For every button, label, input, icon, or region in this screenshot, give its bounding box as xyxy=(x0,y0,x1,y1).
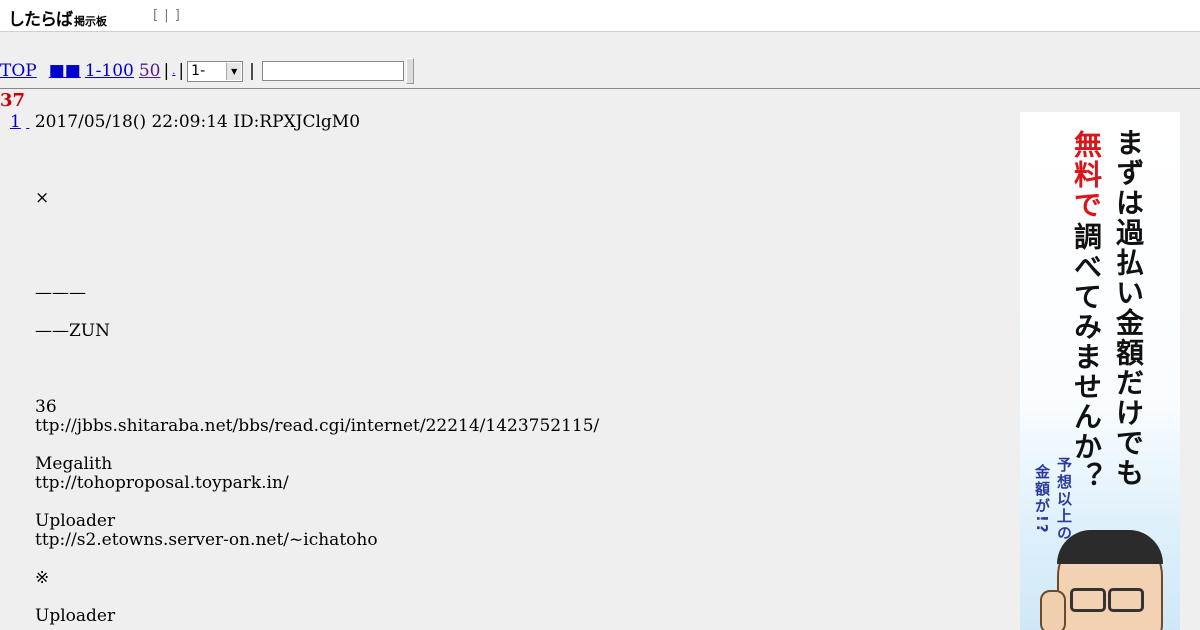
range-link[interactable]: 1-100 xyxy=(85,61,134,81)
post-line: Uploader xyxy=(35,511,116,531)
post-link[interactable]: ttp://tohoproposal.toypark.in/ xyxy=(35,473,289,493)
post-link[interactable]: ttp://jbbs.shitaraba.net/bbs/read.cgi/in… xyxy=(35,416,599,436)
post-header: 1 2017/05/18() 22:09:14 ID:RPXJClgM0 xyxy=(10,112,360,132)
search-input[interactable] xyxy=(261,61,404,81)
header-nav: [ | ] xyxy=(153,8,181,23)
post-line: ——— xyxy=(35,283,86,303)
separator: | xyxy=(163,61,170,81)
post-number-link[interactable]: 1 xyxy=(10,112,21,132)
ad-hand-illustration xyxy=(1040,590,1066,630)
name-link[interactable] xyxy=(26,119,29,130)
glasses-icon xyxy=(1070,588,1106,612)
latest-link[interactable]: 50 xyxy=(139,61,161,81)
site-logo[interactable]: したらば 掲示板 xyxy=(8,5,107,30)
separator: | xyxy=(249,61,255,81)
logo-sub-text: 掲示板 xyxy=(74,15,107,28)
range-select-value: 1- xyxy=(191,63,206,79)
ad-subheadline: 調べてみませんか？ xyxy=(1070,222,1103,492)
post-line: × xyxy=(35,188,50,208)
logo-main-text: したらば xyxy=(8,10,73,30)
site-header: したらば 掲示板 [ | ] xyxy=(0,0,1200,32)
ad-tagline-2: 金額が!? xyxy=(1033,464,1051,535)
ad-free-text: 無料で xyxy=(1070,130,1103,220)
glasses-icon xyxy=(1108,588,1144,612)
post-line: ※ xyxy=(35,568,50,588)
post-line: Megalith xyxy=(35,454,113,474)
separator: | xyxy=(178,61,185,81)
dot-link[interactable]: . xyxy=(172,66,175,77)
thread-toolbar: TOP ■■ 1-100 50 | . | 1- ▼ | xyxy=(0,56,1200,86)
submit-button[interactable] xyxy=(405,58,414,84)
ad-banner[interactable]: まずは過払い金額だけでも 無料で 調べてみませんか？ 予想以上の 金額が!? xyxy=(1020,112,1180,630)
board-link[interactable]: ■■ xyxy=(49,61,81,81)
chevron-down-icon[interactable]: ▼ xyxy=(226,62,242,80)
range-select[interactable]: 1- ▼ xyxy=(187,60,244,82)
ad-person-hair xyxy=(1057,530,1163,564)
post-link[interactable]: ttp://s2.etowns.server-on.net/~ichatoho xyxy=(35,530,378,550)
post-datetime: 2017/05/18() 22:09:14 ID:RPXJClgM0 xyxy=(34,112,361,132)
thread-title: 37 xyxy=(0,90,26,111)
divider xyxy=(0,88,1200,89)
post-line: 36 xyxy=(35,397,57,417)
post-line: Uploader xyxy=(35,606,116,626)
ad-headline: まずは過払い金額だけでも xyxy=(1112,128,1145,488)
top-link[interactable]: TOP xyxy=(0,61,37,81)
post-line: ——ZUN xyxy=(35,321,111,341)
ad-tagline-1: 予想以上の xyxy=(1055,457,1073,542)
